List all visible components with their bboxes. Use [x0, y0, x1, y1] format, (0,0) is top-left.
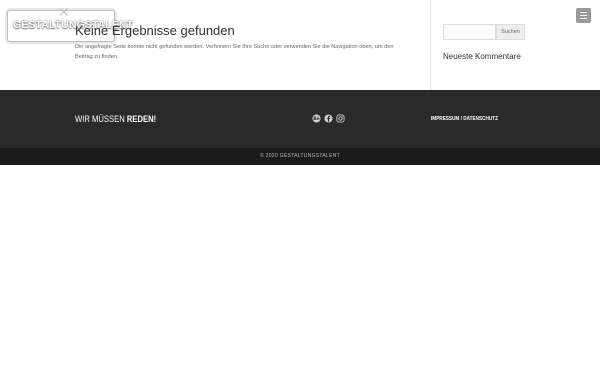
search-input[interactable]	[443, 24, 496, 40]
link-separator: /	[460, 116, 462, 122]
tagline-bold: REDEN!	[126, 114, 157, 124]
sidebar-divider	[430, 0, 431, 90]
datenschutz-link[interactable]: DATENSCHUTZ	[463, 116, 498, 122]
recent-comments-title: Neueste Kommentare	[443, 52, 521, 61]
behance-icon[interactable]: Bē	[312, 114, 321, 123]
facebook-icon[interactable]	[324, 114, 333, 123]
copyright-text: © 2020 GESTALTUNGSTALENT	[259, 153, 341, 159]
instagram-icon[interactable]	[336, 114, 345, 123]
not-found-message: Die angefragte Seite konnte nicht gefund…	[75, 44, 394, 60]
tagline-light: WIR MÜSSEN	[75, 114, 125, 124]
footer-links: IMPRESSUM / DATENSCHUTZ	[431, 116, 498, 122]
hamburger-menu-icon[interactable]	[576, 8, 591, 23]
impressum-link[interactable]: IMPRESSUM	[431, 116, 459, 122]
page-title: Keine Ergebnisse gefunden	[75, 23, 235, 38]
search-button[interactable]: Suchen	[496, 24, 525, 40]
footer-tagline: WIR MÜSSEN REDEN!	[75, 114, 156, 124]
svg-text:Bē: Bē	[313, 116, 319, 122]
